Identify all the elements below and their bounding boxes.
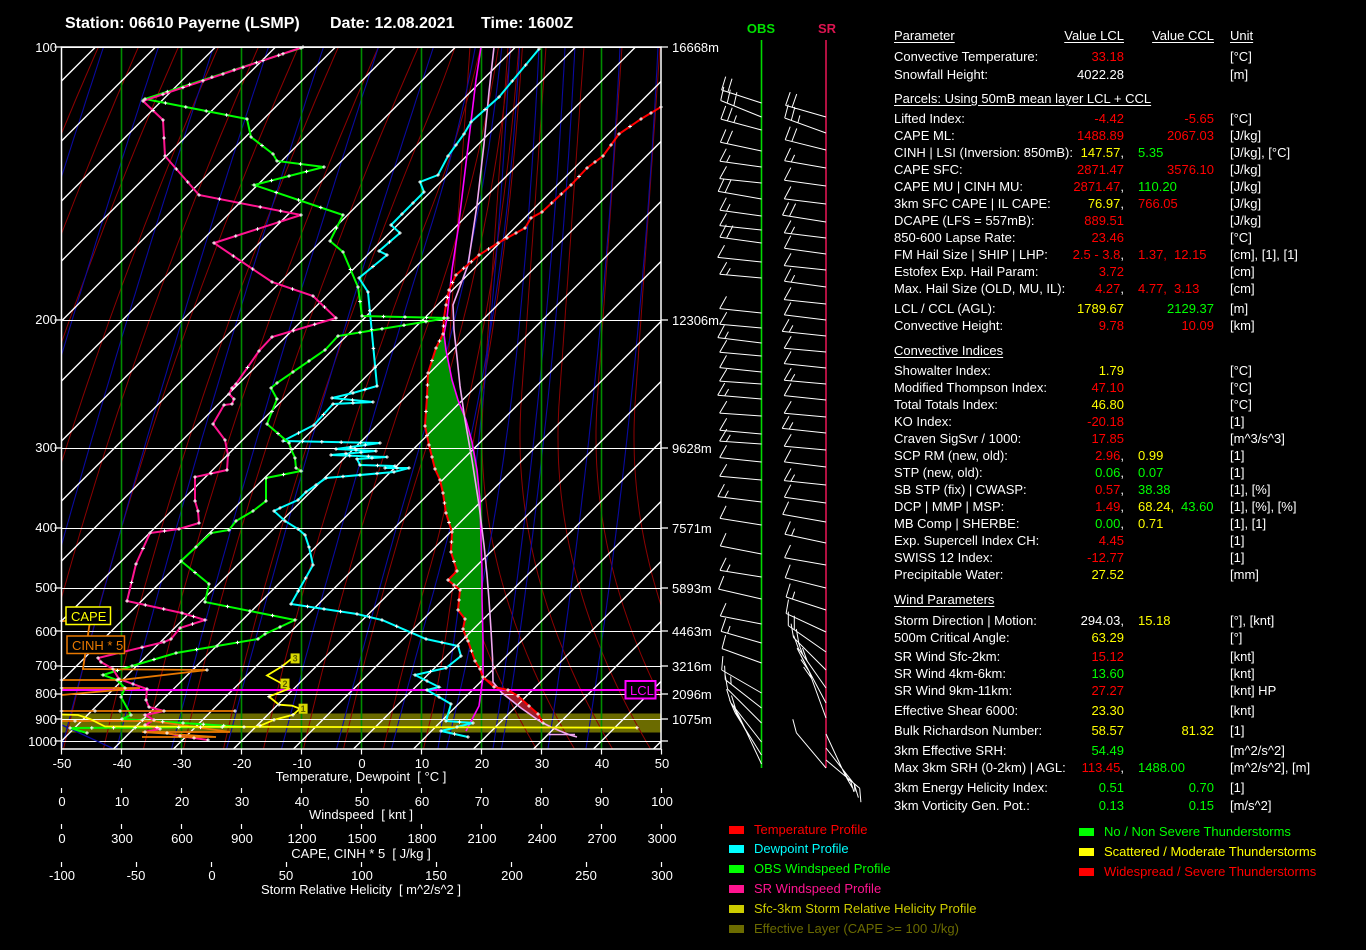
svg-text:2: 2 (282, 679, 287, 689)
svg-text:1: 1 (301, 704, 306, 714)
svg-text:3: 3 (293, 654, 298, 664)
